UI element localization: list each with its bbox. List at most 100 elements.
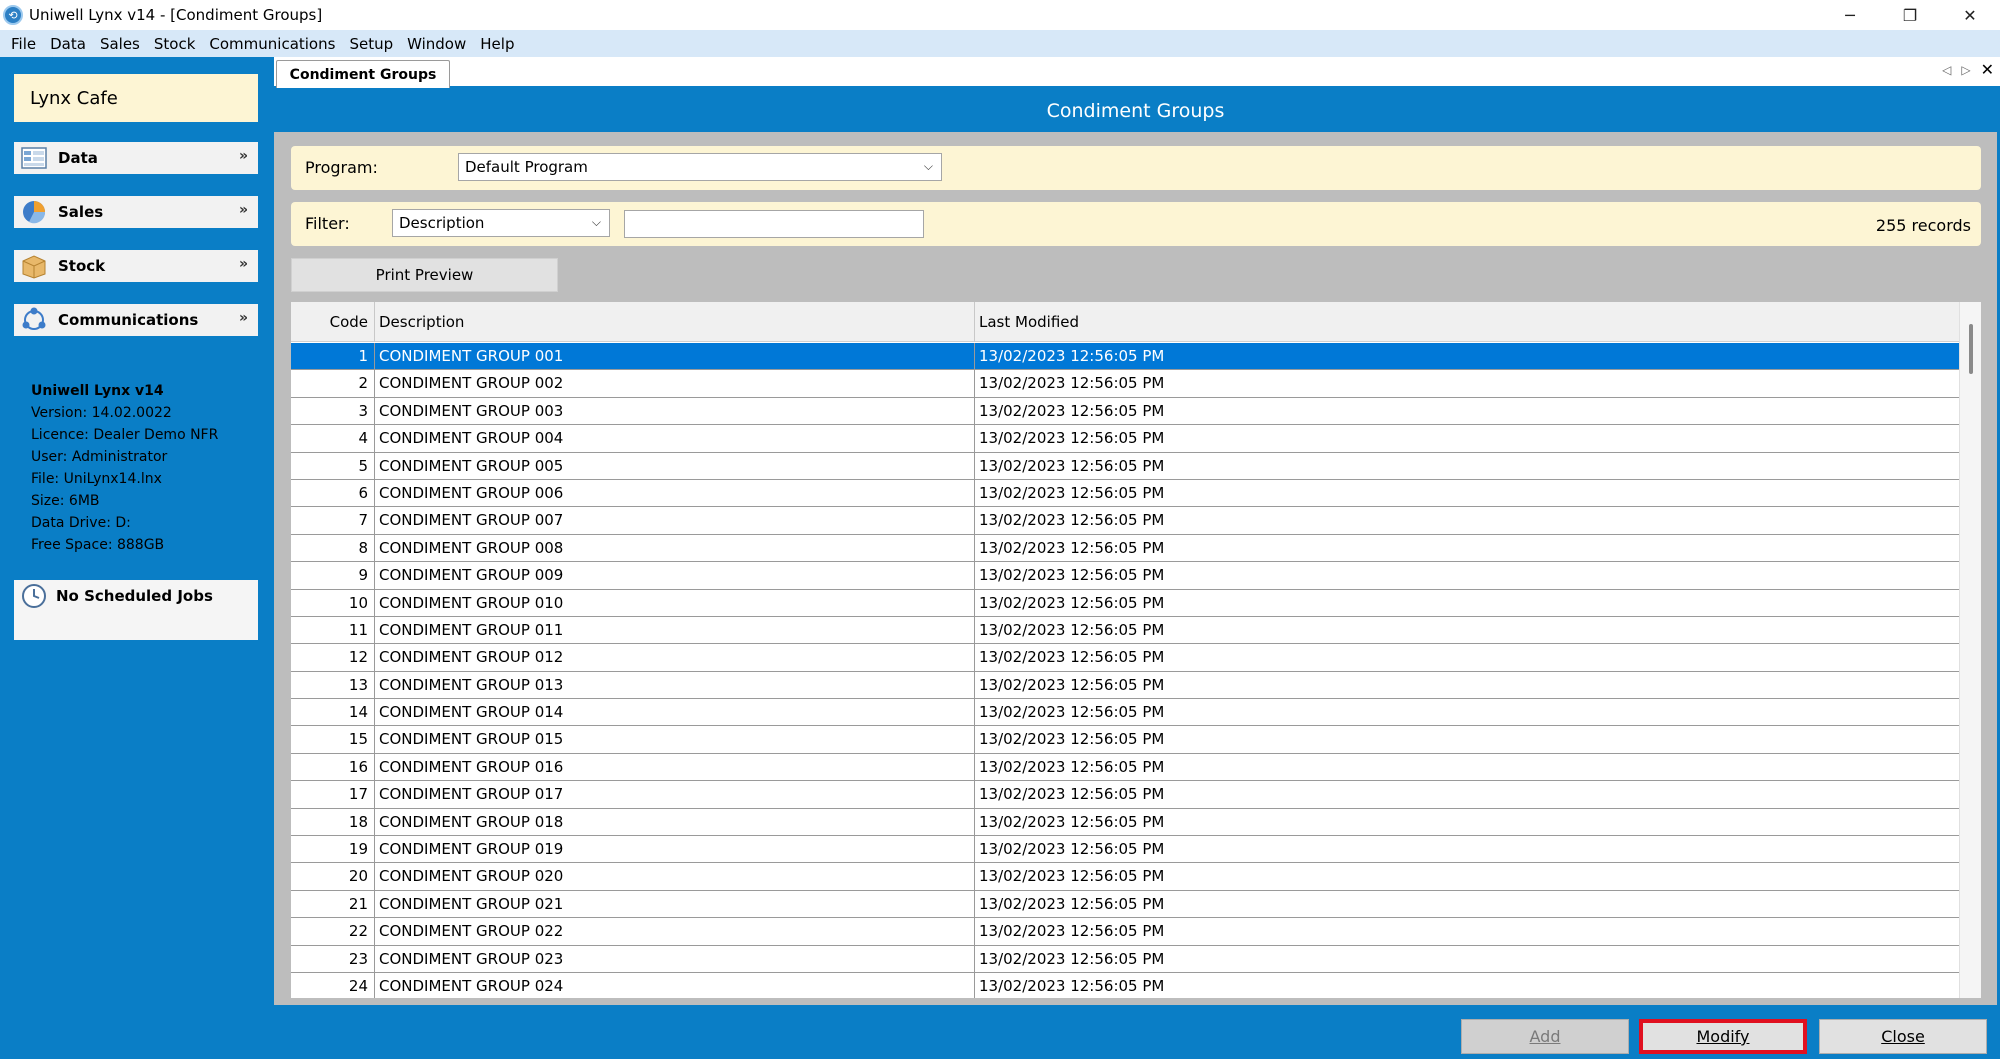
cell-last-modified: 13/02/2023 12:56:05 PM: [979, 566, 1165, 585]
menu-window[interactable]: Window: [402, 35, 475, 53]
scrollbar-thumb[interactable]: [1969, 324, 1973, 374]
table-row[interactable]: 17 CONDIMENT GROUP 017 13/02/2023 12:56:05…: [291, 781, 1959, 809]
cell-description: CONDIMENT GROUP 021: [375, 890, 975, 918]
table-row[interactable]: 1 CONDIMENT GROUP 001 13/02/2023 12:56:05 …: [291, 343, 1959, 371]
close-button[interactable]: Close: [1819, 1019, 1987, 1054]
cell-description: CONDIMENT GROUP 020: [375, 863, 975, 890]
cell-code: 9: [291, 562, 375, 589]
grid-scrollbar[interactable]: [1959, 302, 1981, 998]
table-row[interactable]: 6 CONDIMENT GROUP 006 13/02/2023 12:56:05 …: [291, 479, 1959, 508]
cell-description: CONDIMENT GROUP 001: [375, 343, 975, 370]
menu-sales[interactable]: Sales: [95, 35, 149, 53]
cell-description: CONDIMENT GROUP 008: [375, 534, 975, 562]
column-header-last-modified[interactable]: Last Modified: [975, 302, 1959, 342]
restore-icon[interactable]: ❐: [1880, 0, 1940, 30]
table-row[interactable]: 20 CONDIMENT GROUP 020 13/02/2023 12:56:05…: [291, 863, 1959, 891]
stock-box-icon: [20, 252, 48, 280]
chevron-down-icon[interactable]: »: [239, 256, 248, 272]
cell-description: CONDIMENT GROUP 022: [375, 918, 975, 945]
table-row[interactable]: 18 CONDIMENT GROUP 018 13/02/2023 12:56:05…: [291, 808, 1959, 837]
table-row[interactable]: 4 CONDIMENT GROUP 004 13/02/2023 12:56:05 …: [291, 425, 1959, 453]
filter-text-input[interactable]: [624, 210, 924, 238]
info-file: File: UniLynx14.lnx: [31, 471, 162, 487]
table-row[interactable]: 16 CONDIMENT GROUP 016 13/02/2023 12:56:05…: [291, 753, 1959, 782]
add-button[interactable]: Add: [1461, 1019, 1629, 1054]
tab-close-icon[interactable]: ✕: [1981, 60, 1994, 79]
sidebar-section-sales[interactable]: Sales »: [14, 196, 258, 228]
table-row[interactable]: 22 CONDIMENT GROUP 022 13/02/2023 12:56:05…: [291, 918, 1959, 946]
chevron-down-icon: ⌵: [923, 159, 933, 173]
table-row[interactable]: 19 CONDIMENT GROUP 019 13/02/2023 12:56:05…: [291, 836, 1959, 864]
menu-setup[interactable]: Setup: [344, 35, 402, 53]
table-row[interactable]: 5 CONDIMENT GROUP 005 13/02/2023 12:56:05 …: [291, 452, 1959, 480]
table-row[interactable]: 3 CONDIMENT GROUP 003 13/02/2023 12:56:05 …: [291, 397, 1959, 426]
table-row[interactable]: 12 CONDIMENT GROUP 012 13/02/2023 12:56:05…: [291, 644, 1959, 672]
table-row[interactable]: 9 CONDIMENT GROUP 009 13/02/2023 12:56:05 …: [291, 562, 1959, 590]
cell-last-modified: 13/02/2023 12:56:05 PM: [979, 620, 1165, 639]
cell-description: CONDIMENT GROUP 023: [375, 945, 975, 972]
table-row[interactable]: 14 CONDIMENT GROUP 014 13/02/2023 12:56:05…: [291, 699, 1959, 727]
menu-communications[interactable]: Communications: [204, 35, 344, 53]
cell-code: 16: [291, 753, 375, 781]
table-row[interactable]: 11 CONDIMENT GROUP 011 13/02/2023 12:56:05…: [291, 616, 1959, 645]
sidebar-section-data[interactable]: Data »: [14, 142, 258, 174]
column-header-description[interactable]: Description: [375, 302, 975, 342]
table-row[interactable]: 23 CONDIMENT GROUP 023 13/02/2023 12:56:05…: [291, 945, 1959, 973]
cell-last-modified: 13/02/2023 12:56:05 PM: [979, 867, 1165, 886]
filter-bar: Filter: Description ⌵ 255 records: [291, 202, 1981, 246]
record-count: 255 records: [1875, 216, 1971, 235]
sales-pie-icon: [20, 198, 48, 226]
cell-code: 17: [291, 781, 375, 808]
menu-stock[interactable]: Stock: [149, 35, 205, 53]
cell-last-modified: 13/02/2023 12:56:05 PM: [979, 401, 1165, 420]
cell-code: 20: [291, 863, 375, 890]
table-row[interactable]: 7 CONDIMENT GROUP 007 13/02/2023 12:56:05 …: [291, 507, 1959, 535]
cell-last-modified: 13/02/2023 12:56:05 PM: [979, 922, 1165, 941]
cell-last-modified: 13/02/2023 12:56:05 PM: [979, 840, 1165, 859]
tab-scroll-right-icon[interactable]: ▷: [1961, 63, 1970, 79]
tab-scroll-left-icon[interactable]: ◁: [1942, 63, 1951, 79]
column-header-code[interactable]: Code: [291, 302, 375, 342]
cell-code: 4: [291, 425, 375, 452]
company-name: Lynx Cafe: [14, 74, 258, 122]
print-preview-button[interactable]: Print Preview: [291, 258, 558, 292]
table-row[interactable]: 8 CONDIMENT GROUP 008 13/02/2023 12:56:05 …: [291, 534, 1959, 563]
table-row[interactable]: 13 CONDIMENT GROUP 013 13/02/2023 12:56:05…: [291, 671, 1959, 700]
cell-code: 13: [291, 671, 375, 699]
close-window-icon[interactable]: ✕: [1940, 0, 2000, 30]
cell-last-modified: 13/02/2023 12:56:05 PM: [979, 483, 1165, 502]
program-select[interactable]: Default Program ⌵: [458, 153, 942, 181]
program-bar: Program: Default Program ⌵: [291, 146, 1981, 190]
menu-data[interactable]: Data: [45, 35, 95, 53]
main-panel: Condiment Groups Program: Default Progra…: [274, 90, 1997, 1059]
cell-description: CONDIMENT GROUP 016: [375, 753, 975, 781]
cell-code: 6: [291, 479, 375, 507]
sidebar-section-communications[interactable]: Communications »: [14, 304, 258, 336]
cell-description: CONDIMENT GROUP 006: [375, 479, 975, 507]
table-row[interactable]: 15 CONDIMENT GROUP 015 13/02/2023 12:56:05…: [291, 726, 1959, 754]
cell-code: 12: [291, 644, 375, 671]
table-row[interactable]: 21 CONDIMENT GROUP 021 13/02/2023 12:56:05…: [291, 890, 1959, 919]
info-product: Uniwell Lynx v14: [31, 383, 164, 399]
menu-file[interactable]: File: [6, 35, 45, 53]
modify-button[interactable]: Modify: [1639, 1019, 1807, 1054]
cell-code: 2: [291, 370, 375, 397]
info-user: User: Administrator: [31, 449, 168, 465]
chevron-down-icon[interactable]: »: [239, 310, 248, 326]
menu-help[interactable]: Help: [475, 35, 523, 53]
chevron-down-icon[interactable]: »: [239, 202, 248, 218]
table-row[interactable]: 10 CONDIMENT GROUP 010 13/02/2023 12:56:05…: [291, 589, 1959, 617]
communications-icon: [20, 306, 48, 334]
cell-code: 18: [291, 808, 375, 836]
tab-condiment-groups[interactable]: Condiment Groups: [276, 60, 450, 88]
sidebar-label-communications: Communications: [58, 311, 199, 329]
table-row[interactable]: 2 CONDIMENT GROUP 002 13/02/2023 12:56:05 …: [291, 370, 1959, 398]
filter-field-select[interactable]: Description ⌵: [392, 209, 610, 237]
title-bar: ⟲ Uniwell Lynx v14 - [Condiment Groups] …: [0, 0, 2000, 30]
chevron-down-icon[interactable]: »: [239, 148, 248, 164]
minimize-icon[interactable]: ─: [1820, 0, 1880, 30]
sidebar-label-sales: Sales: [58, 203, 104, 221]
sidebar-section-stock[interactable]: Stock »: [14, 250, 258, 282]
table-row[interactable]: 24 CONDIMENT GROUP 024 13/02/2023 12:56:05…: [291, 972, 1959, 998]
info-licence: Licence: Dealer Demo NFR: [31, 427, 219, 443]
